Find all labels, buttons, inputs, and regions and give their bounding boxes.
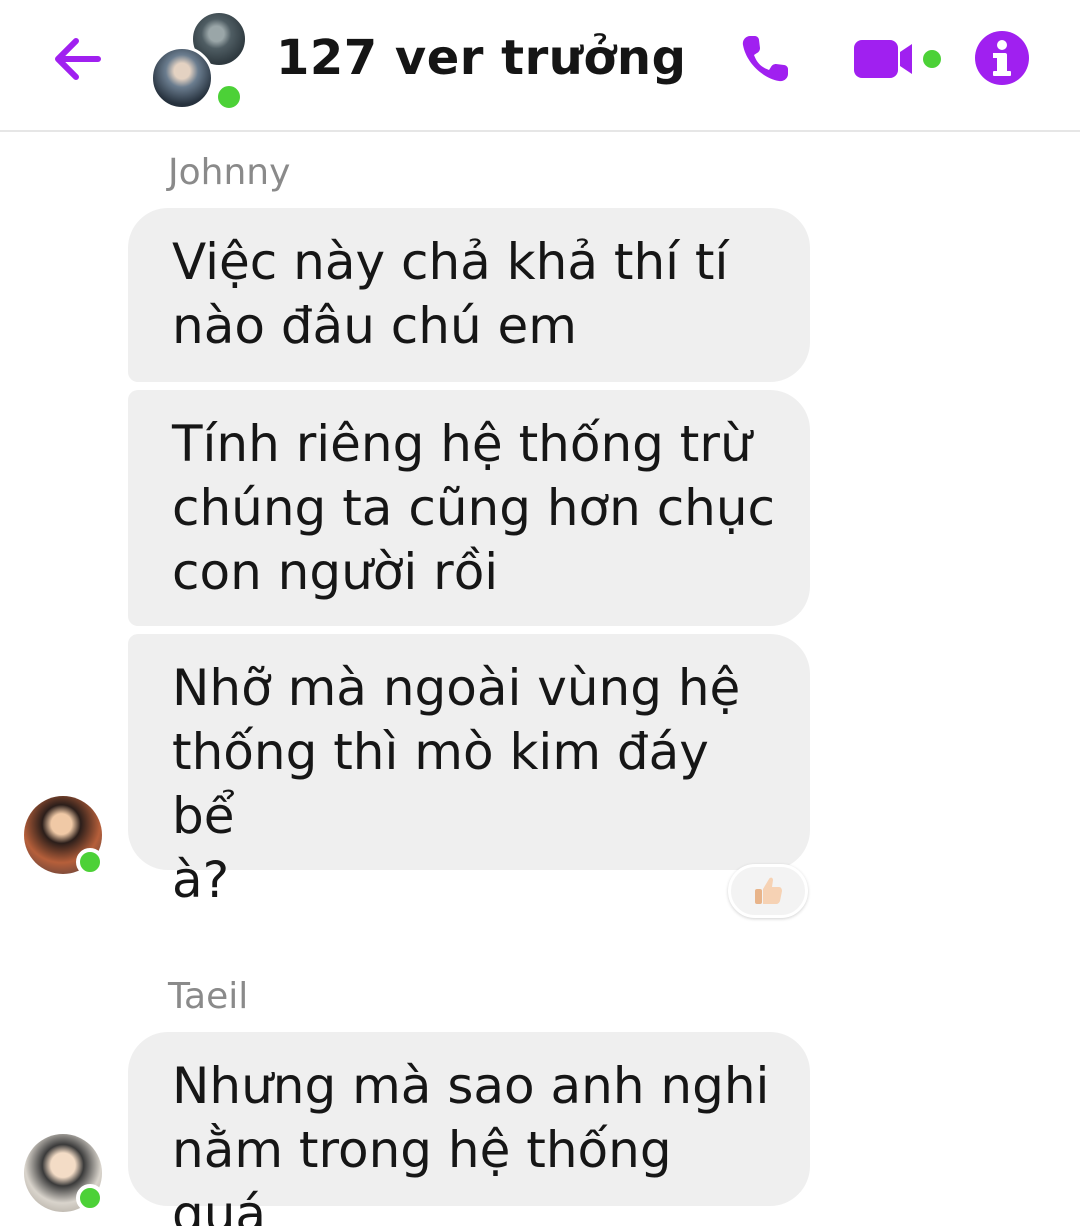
message-bubble[interactable]: Tính riêng hệ thống trừ chúng ta cũng hơ… xyxy=(128,390,810,626)
group-avatar[interactable] xyxy=(148,8,258,118)
arrow-left-icon[interactable] xyxy=(48,30,106,88)
message-line: à? xyxy=(172,851,230,909)
phone-icon[interactable] xyxy=(736,30,794,88)
message-bubble[interactable]: Việc này chả khả thí tí nào đâu chú em xyxy=(128,208,810,382)
reaction-badge[interactable] xyxy=(728,864,808,918)
message-line: nằm trong hệ thống quá xyxy=(172,1121,672,1226)
sender-name: Johnny xyxy=(168,152,291,193)
online-indicator xyxy=(76,1184,104,1212)
video-camera-icon[interactable] xyxy=(852,36,948,82)
conversation-title[interactable]: 127 ver trưởng xyxy=(276,30,686,86)
message-line: chúng ta cũng hơn chục xyxy=(172,479,776,537)
info-icon[interactable] xyxy=(974,30,1030,86)
message-line: Nhưng mà sao anh nghi xyxy=(172,1057,770,1115)
message-line: Việc này chả khả thí tí xyxy=(172,233,729,291)
message-bubble[interactable]: Nhưng mà sao anh nghi nằm trong hệ thống… xyxy=(128,1032,810,1226)
message-line: thống thì mò kim đáy bể xyxy=(172,723,709,845)
message-line: nào đâu chú em xyxy=(172,297,578,355)
message-bubble[interactable]: Nhỡ mà ngoài vùng hệ thống thì mò kim đá… xyxy=(128,634,810,909)
sender-name: Taeil xyxy=(168,976,249,1017)
online-indicator xyxy=(214,82,244,112)
chat-header: 127 ver trưởng xyxy=(0,0,1080,132)
message-line: Nhỡ mà ngoài vùng hệ xyxy=(172,659,741,717)
message-line: con người rồi xyxy=(172,543,499,601)
message-line: Tính riêng hệ thống trừ xyxy=(172,415,752,473)
online-indicator xyxy=(76,848,104,876)
member-avatar xyxy=(150,46,214,110)
thumbs-up-icon xyxy=(755,877,782,904)
